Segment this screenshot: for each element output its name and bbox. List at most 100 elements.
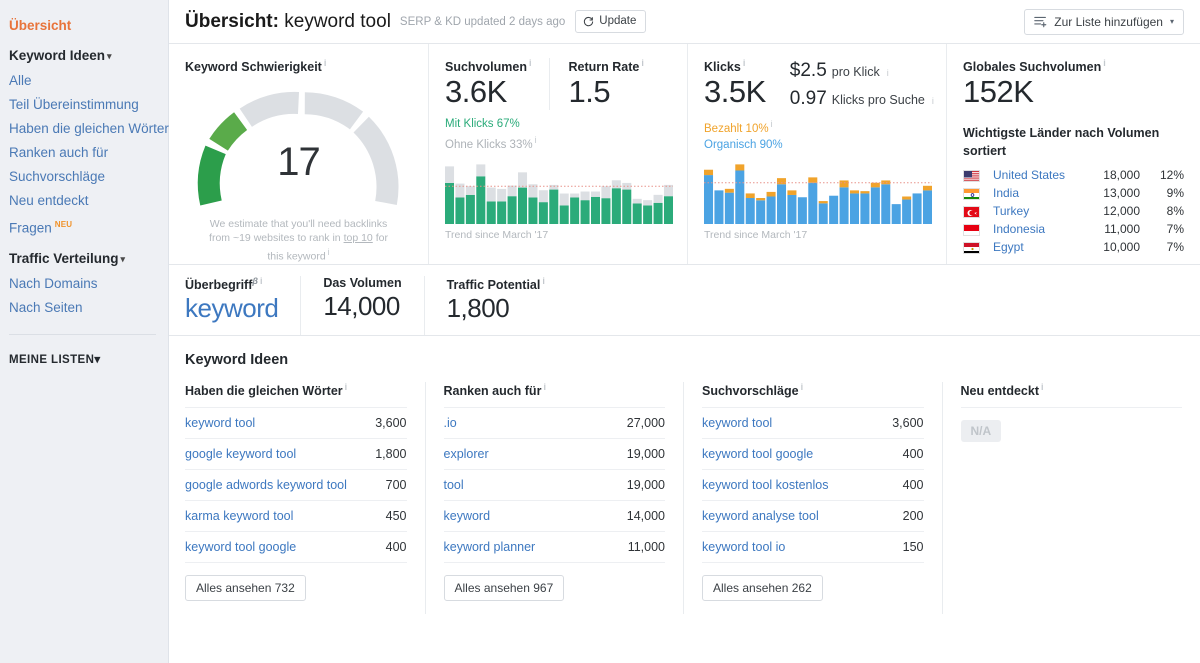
country-name[interactable]: United States (985, 166, 1089, 184)
chart-bar (591, 192, 600, 197)
keyword-link[interactable]: keyword analyse tool (702, 509, 819, 523)
chart-bar (633, 199, 642, 204)
sidebar-item-nach-seiten[interactable]: Nach Seiten (0, 296, 168, 320)
keyword-volume: 200 (903, 509, 924, 523)
keyword-link[interactable]: keyword tool io (702, 540, 785, 554)
sidebar-item-uebersicht[interactable]: Übersicht (0, 14, 168, 38)
page-title-keyword: keyword tool (284, 11, 391, 32)
keyword-link[interactable]: karma keyword tool (185, 509, 293, 523)
info-icon[interactable]: i (932, 96, 934, 106)
chart-bar (860, 193, 869, 224)
info-icon[interactable]: i (771, 119, 773, 129)
chart-bar (756, 198, 765, 200)
country-name[interactable]: India (985, 184, 1089, 202)
info-icon[interactable]: i (801, 382, 804, 392)
chart-bar (664, 196, 673, 224)
sidebar-item-alle[interactable]: Alle (0, 69, 168, 93)
search-volume-label: Suchvolumeni (445, 58, 531, 74)
search-volume-label-text: Suchvolumen (445, 60, 527, 74)
sidebar-item-label: Suchvorschläge (9, 169, 105, 184)
keyword-link[interactable]: keyword tool (702, 416, 772, 430)
chart-bar (549, 190, 558, 224)
info-icon[interactable]: i (535, 135, 537, 145)
chart-bar (560, 205, 569, 224)
see-all-button[interactable]: Alles ansehen 732 (185, 575, 306, 601)
country-name[interactable]: Turkey (985, 202, 1089, 220)
sidebar-group-keyword-ideen[interactable]: Keyword Ideen▾ (0, 38, 168, 69)
keyword-volume: 3,600 (892, 416, 923, 430)
chart-bar (714, 190, 723, 224)
see-all-button[interactable]: Alles ansehen 262 (702, 575, 823, 601)
info-icon[interactable]: i (328, 247, 330, 257)
info-icon[interactable]: i (542, 276, 545, 286)
chart-bar (601, 186, 610, 198)
search-volume-chart (445, 162, 671, 224)
keyword-link[interactable]: google adwords keyword tool (185, 478, 347, 492)
chart-bar (445, 166, 454, 183)
chart-bar (704, 170, 713, 175)
return-rate-label-text: Return Rate (568, 60, 639, 74)
info-icon[interactable]: i (641, 58, 644, 68)
sidebar-item-haben-die-gleichen-wörter[interactable]: Haben die gleichen Wörter (0, 117, 168, 141)
keyword-link[interactable]: keyword tool kostenlos (702, 478, 828, 492)
chart-bar (570, 197, 579, 224)
chart-bar (643, 205, 652, 224)
clicks-label: Klicksi (704, 58, 766, 74)
sidebar-my-lists-label: MEINE LISTEN (9, 354, 94, 366)
info-icon[interactable]: i (743, 58, 746, 68)
info-icon[interactable]: i (543, 382, 546, 392)
cpc-unit: pro Klick (832, 65, 880, 79)
update-button[interactable]: Update (575, 10, 646, 33)
info-icon[interactable]: i (1041, 382, 1044, 392)
keyword-link[interactable]: keyword (444, 509, 491, 523)
sidebar-item-nach-domains[interactable]: Nach Domains (0, 272, 168, 296)
info-icon[interactable]: i (1103, 58, 1106, 68)
sidebar-item-ranken-auch-für[interactable]: Ranken auch für (0, 141, 168, 165)
parent-topic-metric: Überbegriffβi keyword (185, 276, 300, 335)
parent-topic-value[interactable]: keyword (185, 292, 278, 324)
sidebar-item-neu-entdeckt[interactable]: Neu entdeckt (0, 189, 168, 213)
add-to-list-button[interactable]: Zur Liste hinzufügen ▾ (1024, 9, 1184, 35)
cpc-group: $2.5 pro Klicki 0.97 Klicks pro Suchei (784, 58, 934, 110)
chart-bar (787, 195, 796, 224)
sidebar-item-teil-übereinstimmung[interactable]: Teil Übereinstimmung (0, 93, 168, 117)
keyword-volume: 14,000 (627, 509, 665, 523)
sidebar-group-label: Traffic Verteilung (9, 251, 119, 266)
info-icon[interactable]: i (529, 58, 532, 68)
chart-bar (455, 197, 464, 224)
country-percent: 8% (1150, 202, 1184, 220)
chart-bar (508, 196, 517, 224)
keyword-link[interactable]: .io (444, 416, 457, 430)
country-row: Indonesia11,0007% (963, 220, 1184, 238)
country-volume: 10,000 (1089, 238, 1150, 256)
keyword-link[interactable]: keyword tool google (185, 540, 296, 554)
info-icon[interactable]: i (324, 58, 327, 68)
keyword-link[interactable]: keyword tool (185, 416, 255, 430)
keyword-link[interactable]: google keyword tool (185, 447, 296, 461)
see-all-button[interactable]: Alles ansehen 967 (444, 575, 565, 601)
keyword-link[interactable]: explorer (444, 447, 489, 461)
keyword-link[interactable]: keyword planner (444, 540, 536, 554)
chart-bar (601, 198, 610, 224)
country-percent: 9% (1150, 184, 1184, 202)
kd-note-link[interactable]: top 10 (344, 232, 373, 244)
info-icon[interactable]: i (887, 68, 889, 78)
sidebar-group-traffic-verteilung[interactable]: Traffic Verteilung▾ (0, 241, 168, 272)
top-countries-label-line1: Wichtigste Länder nach Volumen (963, 124, 1184, 142)
sidebar-my-lists[interactable]: MEINE LISTEN▾ (0, 335, 168, 369)
sidebar-item-suchvorschläge[interactable]: Suchvorschläge (0, 165, 168, 189)
country-table: United States18,00012%India13,0009%Turke… (963, 166, 1184, 256)
info-icon[interactable]: i (345, 382, 348, 392)
chart-bar (798, 197, 807, 224)
country-name[interactable]: Egypt (985, 238, 1089, 256)
sidebar-item-fragen[interactable]: FragenNEU (0, 213, 168, 241)
country-name[interactable]: Indonesia (985, 220, 1089, 238)
keyword-link[interactable]: keyword tool google (702, 447, 813, 461)
keyword-row: keyword tool3,600 (185, 408, 407, 439)
info-icon[interactable]: i (260, 276, 263, 286)
keyword-link[interactable]: tool (444, 478, 464, 492)
country-percent: 12% (1150, 166, 1184, 184)
legend-no-clicks: Ohne Klicks 33%i (445, 132, 671, 153)
keyword-row: tool19,000 (444, 470, 666, 501)
keyword-difficulty-card: Keyword Schwierigkeiti 17 (169, 44, 428, 264)
